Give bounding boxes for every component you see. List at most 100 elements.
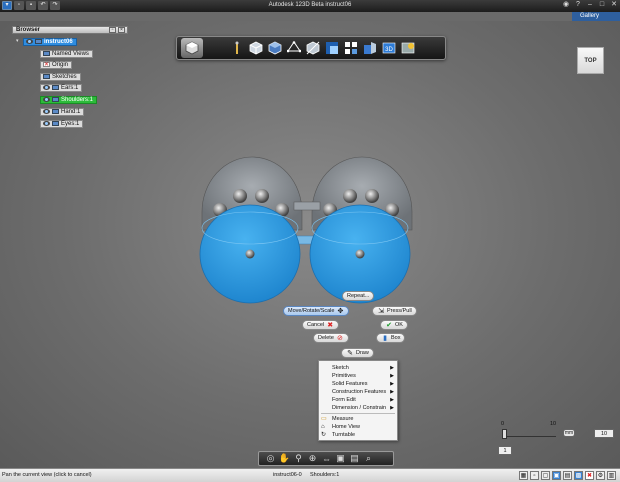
menu-item-construction-features[interactable]: Construction Features ▶ bbox=[319, 388, 397, 396]
ok-button[interactable]: ✔ OK bbox=[380, 320, 408, 330]
menu-item-form-edit[interactable]: Form Edit ▶ bbox=[319, 396, 397, 404]
grid-size-field[interactable]: 10 bbox=[594, 429, 614, 438]
title-bar: ▾ ▫ ▪ ↶ ↷ Autodesk 123D Beta instruct06 … bbox=[0, 0, 620, 12]
orbit-icon[interactable]: ◎ bbox=[265, 453, 276, 464]
tree-item-eyes[interactable]: Eyes:1 bbox=[40, 119, 84, 128]
menu-item-primitives[interactable]: Primitives ▶ bbox=[319, 372, 397, 380]
tree-item-shoulders[interactable]: Shoulders:1 bbox=[40, 95, 98, 104]
submenu-arrow-icon: ▶ bbox=[390, 397, 394, 403]
tree-item-origin[interactable]: ✕ Origin bbox=[40, 60, 73, 69]
look-at-icon[interactable]: ⇔ bbox=[321, 453, 332, 464]
display-settings-icon[interactable]: ▤ bbox=[349, 453, 360, 464]
tree-item-hand[interactable]: Hand:1 bbox=[40, 107, 85, 116]
browser-close-button[interactable]: × bbox=[118, 27, 125, 33]
menu-item-label: Construction Features bbox=[332, 389, 387, 395]
3d-print-icon[interactable]: 3D bbox=[381, 41, 396, 56]
grid-size-value: 10 bbox=[600, 431, 608, 437]
navigation-bar: ◎ ✋ ⚲ ⊕ ⇔ ▣ ▤ ⌕ bbox=[258, 451, 394, 466]
main-toolbar: 3D bbox=[176, 36, 446, 60]
grid-slider-thumb[interactable] bbox=[502, 429, 507, 439]
primitive-box-icon[interactable] bbox=[248, 41, 263, 56]
stop-icon[interactable]: ✖ bbox=[585, 471, 594, 480]
menu-item-label: Home View bbox=[332, 424, 361, 430]
draw-button[interactable]: ✎ Draw bbox=[341, 348, 374, 358]
close-icon[interactable]: ✕ bbox=[610, 1, 618, 9]
tree-root[interactable]: ▾ instruct06 bbox=[16, 37, 77, 46]
ok-label: OK bbox=[395, 322, 403, 328]
snap-toggle-icon[interactable]: ▫ bbox=[530, 471, 539, 480]
magnify-icon[interactable]: ⌕ bbox=[363, 453, 374, 464]
draw-label: Draw bbox=[356, 350, 369, 356]
visibility-icon[interactable] bbox=[26, 39, 33, 44]
minimize-icon[interactable]: – bbox=[586, 1, 594, 9]
box-label: Box bbox=[391, 335, 401, 341]
visual-style-icon[interactable]: ▩ bbox=[574, 471, 583, 480]
layout-icon[interactable]: ▥ bbox=[607, 471, 616, 480]
model-shoulders[interactable] bbox=[190, 150, 430, 310]
delete-label: Delete bbox=[318, 335, 334, 341]
pan-hand-icon[interactable]: ✋ bbox=[279, 453, 290, 464]
zoom-icon[interactable]: ⚲ bbox=[293, 453, 304, 464]
grid-slider-track[interactable] bbox=[504, 433, 556, 437]
visibility-icon[interactable] bbox=[43, 109, 50, 114]
unit-button[interactable]: mm bbox=[563, 429, 575, 437]
cancel-button[interactable]: Cancel ✖ bbox=[302, 320, 340, 330]
grid-toggle-icon[interactable]: ▦ bbox=[519, 471, 528, 480]
menu-item-measure[interactable]: ▭ Measure bbox=[319, 415, 397, 423]
tree-item-label: Shoulders:1 bbox=[61, 96, 94, 103]
view-icon[interactable]: ▣ bbox=[552, 471, 561, 480]
viewcube[interactable]: TOP bbox=[577, 47, 604, 74]
delete-button[interactable]: Delete ⊘ bbox=[313, 333, 349, 343]
menu-item-dimension-constrain[interactable]: Dimension / Constrain ▶ bbox=[319, 404, 397, 412]
view-mode-icon[interactable]: ▣ bbox=[335, 453, 346, 464]
browser-pin-button[interactable]: ▫ bbox=[109, 27, 116, 33]
presspull-label: Press/Pull bbox=[387, 308, 412, 314]
maximize-icon[interactable]: □ bbox=[598, 1, 606, 9]
construct-tool-icon[interactable] bbox=[305, 41, 320, 56]
primitive-cylinder-icon[interactable] bbox=[267, 41, 282, 56]
group-tool-icon[interactable] bbox=[362, 41, 377, 56]
move-rotate-scale-button[interactable]: Move/Rotate/Scale ✥ bbox=[283, 306, 350, 316]
tree-item-named-views[interactable]: Named Views bbox=[40, 49, 93, 58]
menu-item-turntable[interactable]: ↻ Turntable bbox=[319, 431, 397, 439]
help-icon[interactable]: ? bbox=[574, 1, 582, 9]
measure-icon: ▭ bbox=[321, 416, 327, 422]
status-icons: ▦ ▫ ▢ ▣ ▤ ▩ ✖ ⚙ ▥ bbox=[519, 471, 616, 480]
tree-item-label: Sketches bbox=[52, 73, 77, 80]
edges-icon[interactable]: ▤ bbox=[563, 471, 572, 480]
settings-icon[interactable]: ⚙ bbox=[596, 471, 605, 480]
tree-item-sketches[interactable]: Sketches bbox=[40, 72, 81, 81]
tree-item-label: Eyes:1 bbox=[61, 120, 80, 127]
fit-icon[interactable]: ⊕ bbox=[307, 453, 318, 464]
gallery-button[interactable]: Gallery bbox=[572, 12, 620, 21]
cancel-x-icon: ✖ bbox=[327, 322, 334, 329]
expand-icon[interactable]: ▾ bbox=[16, 39, 21, 44]
visibility-icon[interactable] bbox=[43, 85, 50, 90]
visibility-icon[interactable] bbox=[43, 121, 50, 126]
menu-item-home-view[interactable]: ⌂ Home View bbox=[319, 423, 397, 431]
menu-item-label: Solid Features bbox=[332, 381, 368, 387]
menu-item-sketch[interactable]: Sketch ▶ bbox=[319, 364, 397, 372]
repeat-button[interactable]: Repeat... bbox=[342, 291, 375, 301]
box-button[interactable]: ▮ Box bbox=[376, 333, 406, 343]
press-pull-button[interactable]: ⇲ Press/Pull bbox=[372, 306, 417, 316]
submenu-arrow-icon: ▶ bbox=[390, 389, 394, 395]
submenu-arrow-icon: ▶ bbox=[390, 381, 394, 387]
app-logo-icon[interactable] bbox=[181, 38, 203, 58]
sketch-tool-icon[interactable] bbox=[286, 41, 301, 56]
modify-tool-icon[interactable] bbox=[324, 41, 339, 56]
move-arrows-icon: ✥ bbox=[337, 308, 344, 315]
menu-item-solid-features[interactable]: Solid Features ▶ bbox=[319, 380, 397, 388]
transform-tool-icon[interactable] bbox=[229, 41, 244, 56]
pattern-tool-icon[interactable] bbox=[343, 41, 358, 56]
move-label: Move/Rotate/Scale bbox=[288, 308, 335, 314]
visibility-icon[interactable] bbox=[43, 97, 50, 102]
snap-value-field[interactable]: 1 bbox=[498, 446, 512, 455]
materials-icon[interactable] bbox=[400, 41, 415, 56]
shading-icon[interactable]: ▢ bbox=[541, 471, 550, 480]
user-icon[interactable]: ◉ bbox=[562, 1, 570, 9]
tree-item-ears[interactable]: Ears:1 bbox=[40, 83, 83, 92]
folder-icon bbox=[43, 51, 50, 56]
body-icon bbox=[52, 121, 59, 126]
hidden-x-icon[interactable]: ✕ bbox=[43, 62, 50, 68]
